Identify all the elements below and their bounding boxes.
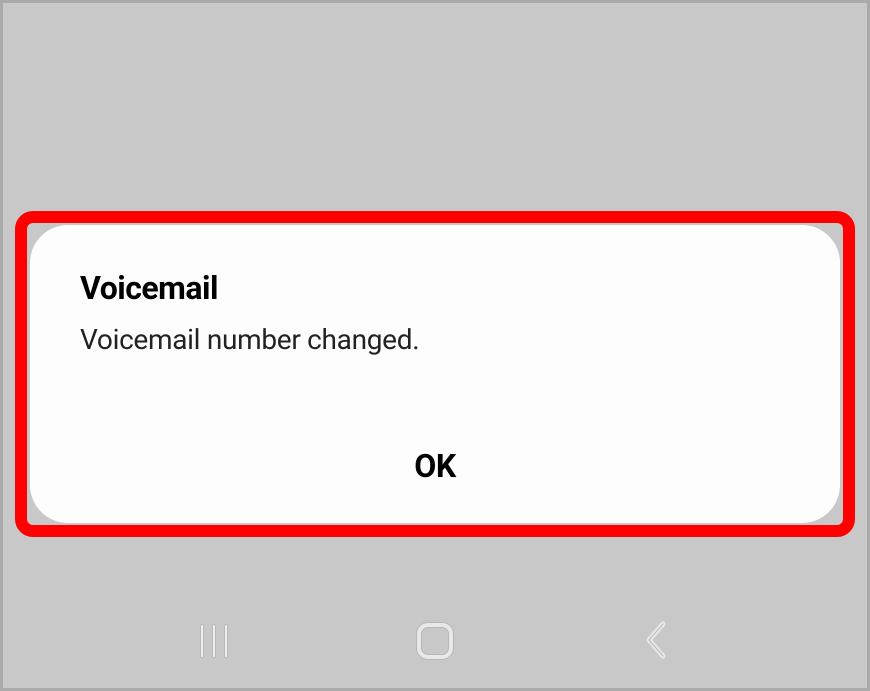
dialog-actions: OK bbox=[30, 437, 840, 495]
back-button[interactable] bbox=[616, 616, 696, 666]
home-icon bbox=[417, 623, 453, 659]
recent-apps-icon bbox=[200, 624, 228, 658]
voicemail-dialog: Voicemail Voicemail number changed. OK bbox=[30, 225, 840, 523]
dialog-title: Voicemail bbox=[80, 269, 790, 307]
back-icon bbox=[643, 620, 669, 663]
navigation-bar bbox=[3, 606, 867, 676]
dialog-message: Voicemail number changed. bbox=[80, 323, 790, 356]
home-button[interactable] bbox=[395, 616, 475, 666]
recent-apps-button[interactable] bbox=[174, 616, 254, 666]
ok-button[interactable]: OK bbox=[374, 437, 495, 495]
